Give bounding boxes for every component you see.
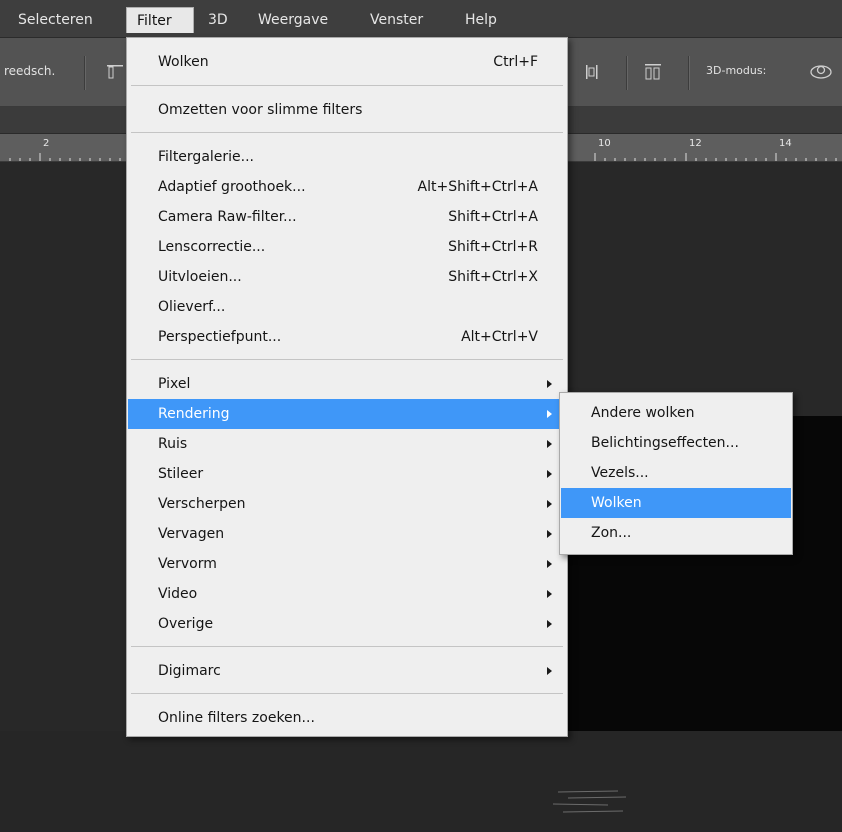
filter-menu: Wolken Ctrl+F Omzetten voor slimme filte… [126, 37, 568, 737]
menu-separator [131, 693, 563, 694]
menu-item-lens-correction[interactable]: Lenscorrectie... Shift+Ctrl+R [128, 232, 566, 262]
submenu-item-lens-flare[interactable]: Zon... [561, 518, 791, 548]
submenu-item-fibers[interactable]: Vezels... [561, 458, 791, 488]
canvas-streaks [552, 790, 627, 813]
menu-item-shortcut: Shift+Ctrl+A [448, 209, 538, 225]
menu-item-liquify[interactable]: Uitvloeien... Shift+Ctrl+X [128, 262, 566, 292]
submenu-arrow-icon [547, 470, 552, 478]
menu-item-stylize[interactable]: Stileer [128, 459, 566, 489]
menu-item-shortcut: Alt+Ctrl+V [461, 329, 538, 345]
submenu-item-lighting-effects[interactable]: Belichtingseffecten... [561, 428, 791, 458]
3d-orbit-icon[interactable] [808, 61, 832, 83]
menu-item-label: Filtergalerie... [158, 149, 255, 165]
menu-item-label: Perspectiefpunt... [158, 329, 282, 345]
menu-item-label: Wolken [158, 54, 209, 70]
submenu-item-clouds[interactable]: Wolken [561, 488, 791, 518]
menu-item-label: Vervagen [158, 526, 225, 542]
menu-item-label: Rendering [158, 406, 230, 422]
rendering-submenu: Andere wolken Belichtingseffecten... Vez… [559, 392, 793, 555]
menu-item-label: Lenscorrectie... [158, 239, 266, 255]
menu-item-label: Olieverf... [158, 299, 226, 315]
submenu-arrow-icon [547, 667, 552, 675]
menu-item-label: Ruis [158, 436, 188, 452]
menu-item-sharpen[interactable]: Verscherpen [128, 489, 566, 519]
submenu-arrow-icon [547, 410, 552, 418]
menu-filter[interactable]: Filter [126, 7, 194, 33]
menu-item-pixel[interactable]: Pixel [128, 369, 566, 399]
ruler-number: 10 [598, 138, 611, 149]
submenu-arrow-icon [547, 440, 552, 448]
menu-separator [131, 85, 563, 86]
menu-item-label: Adaptief groothoek... [158, 179, 306, 195]
menu-item-camera-raw[interactable]: Camera Raw-filter... Shift+Ctrl+A [128, 202, 566, 232]
menu-item-label: Omzetten voor slimme filters [158, 102, 363, 118]
menu-item-label: Uitvloeien... [158, 269, 242, 285]
menu-item-label: Overige [158, 616, 214, 632]
distribute-spacing-icon[interactable] [642, 61, 664, 83]
options-separator [688, 56, 689, 90]
menu-item-rendering[interactable]: Rendering [128, 399, 566, 429]
menu-item-label: Video [158, 586, 198, 602]
ruler-number: 2 [43, 138, 50, 149]
submenu-arrow-icon [547, 590, 552, 598]
menu-item-distort[interactable]: Vervorm [128, 549, 566, 579]
ruler-number: 14 [779, 138, 792, 149]
menu-help[interactable]: Help [455, 7, 507, 33]
submenu-arrow-icon [547, 530, 552, 538]
menu-item-last-filter[interactable]: Wolken Ctrl+F [128, 47, 566, 77]
menu-item-shortcut: Shift+Ctrl+R [448, 239, 538, 255]
menu-item-video[interactable]: Video [128, 579, 566, 609]
options-separator [84, 56, 85, 90]
submenu-arrow-icon [547, 620, 552, 628]
menu-item-blur[interactable]: Vervagen [128, 519, 566, 549]
menu-item-adaptive-wide-angle[interactable]: Adaptief groothoek... Alt+Shift+Ctrl+A [128, 172, 566, 202]
menu-separator [131, 646, 563, 647]
menu-item-shortcut: Ctrl+F [493, 54, 538, 70]
align-top-icon[interactable] [104, 61, 126, 83]
menu-selecteren[interactable]: Selecteren [8, 7, 103, 33]
submenu-arrow-icon [547, 500, 552, 508]
menu-item-digimarc[interactable]: Digimarc [128, 656, 566, 686]
menu-item-smart-filters[interactable]: Omzetten voor slimme filters [128, 95, 566, 125]
submenu-arrow-icon [547, 380, 552, 388]
menu-item-other[interactable]: Overige [128, 609, 566, 639]
menu-item-label: Verscherpen [158, 496, 246, 512]
menu-weergave[interactable]: Weergave [248, 7, 338, 33]
menu-venster[interactable]: Venster [360, 7, 433, 33]
submenu-item-difference-clouds[interactable]: Andere wolken [561, 398, 791, 428]
menu-item-label: Online filters zoeken... [158, 710, 315, 726]
menu-item-vanishing-point[interactable]: Perspectiefpunt... Alt+Ctrl+V [128, 322, 566, 352]
3d-mode-label: 3D-modus: [706, 64, 767, 77]
menu-item-label: Pixel [158, 376, 191, 392]
menu-item-label: Vervorm [158, 556, 217, 572]
menu-item-label: Stileer [158, 466, 204, 482]
menu-separator [131, 359, 563, 360]
menu-item-shortcut: Shift+Ctrl+X [448, 269, 538, 285]
menu-item-label: Digimarc [158, 663, 221, 679]
menu-bar: Selecteren Filter 3D Weergave Venster He… [0, 0, 842, 38]
ruler-number: 12 [689, 138, 702, 149]
menu-3d[interactable]: 3D [198, 7, 238, 33]
options-separator [626, 56, 627, 90]
distribute-horizontal-icon[interactable] [582, 61, 604, 83]
menu-item-filter-gallery[interactable]: Filtergalerie... [128, 142, 566, 172]
tool-option-label: reedsch. [4, 64, 56, 78]
menu-item-oil-paint[interactable]: Olieverf... [128, 292, 566, 322]
submenu-arrow-icon [547, 560, 552, 568]
menu-item-shortcut: Alt+Shift+Ctrl+A [417, 179, 538, 195]
menu-separator [131, 132, 563, 133]
menu-item-noise[interactable]: Ruis [128, 429, 566, 459]
menu-item-label: Camera Raw-filter... [158, 209, 297, 225]
menu-item-browse-filters-online[interactable]: Online filters zoeken... [128, 703, 566, 733]
